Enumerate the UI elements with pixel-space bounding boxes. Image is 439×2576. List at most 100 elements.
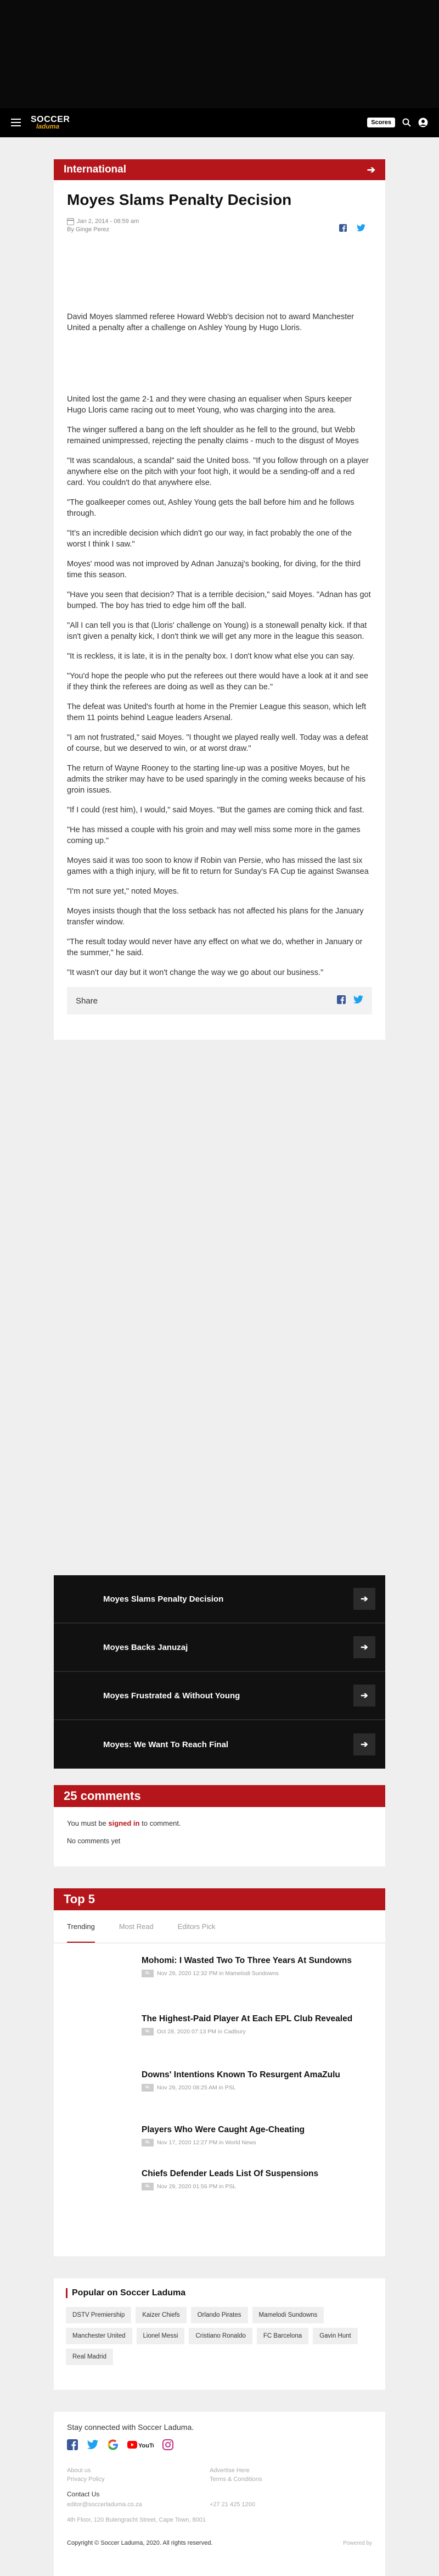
arrow-right-icon[interactable]: ➔ [353,1588,375,1610]
top5-title: Mohomi: I Wasted Two To Three Years At S… [142,1956,352,1965]
search-icon[interactable] [402,118,412,127]
top5-title: Downs' Intentions Known To Resurgent Ama… [142,2070,340,2079]
top5-item[interactable]: The Highest-Paid Player At Each EPL Club… [142,2014,372,2036]
youtube-icon[interactable]: YouTube [127,2440,163,2452]
site-header: SOCCER laduma Scores [0,108,439,137]
related-item[interactable]: Moyes Frustrated & Without Young ➔ [54,1672,385,1720]
image-placeholder-icon: SL [142,2139,154,2146]
comment-text-start: You must be [67,1819,106,1827]
article-paragraph: "He has missed a couple with his groin a… [67,826,361,845]
copyright-text: Copyright © Soccer Laduma, 2020. All rig… [67,2540,213,2546]
instagram-icon[interactable] [162,2439,173,2453]
article-paragraph: "Have you seen that decision? That is a … [67,590,371,610]
article-card: International ➔ Moyes Slams Penalty Deci… [54,159,385,1040]
popular-section: Popular on Soccer Laduma DSTV Premiershi… [54,2278,385,2390]
top5-tabs: Trending Most Read Editors Pick [54,1910,385,1943]
comments-section: 25 comments You must be signed in to com… [54,1785,385,1866]
popular-chip[interactable]: FC Barcelona [256,2328,309,2344]
tab-editors-pick[interactable]: Editors Pick [178,1922,216,1943]
image-placeholder-icon: SL [142,2183,154,2190]
top5-item[interactable]: Players Who Were Caught Age-Cheating SL N… [142,2125,372,2146]
image-placeholder-icon: SL [142,2084,154,2092]
popular-title: Popular on Soccer Laduma [66,2288,373,2298]
section-bar[interactable]: International ➔ [54,159,385,180]
contact-phone[interactable]: +27 21 425 1200 [210,2501,352,2508]
article-paragraph: "The result today would never have any e… [67,938,363,957]
related-item[interactable]: Moyes: We Want To Reach Final ➔ [54,1720,385,1769]
advertise-link[interactable]: Advertise Here [210,2467,352,2474]
arrow-right-icon[interactable]: ➔ [353,1733,375,1755]
arrow-right-icon[interactable]: ➔ [353,1636,375,1658]
top5-item[interactable]: Mohomi: I Wasted Two To Three Years At S… [142,1955,372,1977]
twitter-icon[interactable] [87,2440,99,2452]
about-link[interactable]: About us [67,2467,210,2474]
related-articles: Moyes Slams Penalty Decision ➔ Moyes Back… [54,1575,385,1769]
popular-chips: DSTV Premiership Kaizer Chiefs Orlando P… [66,2307,373,2365]
contact-email[interactable]: editor@soccerladuma.co.za [67,2501,210,2508]
popular-chip[interactable]: Kaizer Chiefs [136,2307,187,2323]
popular-chip[interactable]: Orlando Pirates [190,2307,248,2323]
top5-meta: Nov 29, 2020 12:32 PM in Mamelodi Sundow… [157,1970,279,1977]
article-paragraph: Moyes said it was too soon to know if Ro… [67,856,369,876]
menu-icon[interactable] [11,119,21,126]
article-paragraph: The winger suffered a bang on the left s… [67,426,359,445]
related-item[interactable]: Moyes Backs Januzaj ➔ [54,1624,385,1672]
related-title: Moyes Frustrated & Without Young [103,1691,240,1700]
article-paragraph: "I'm not sure yet," noted Moyes. [67,887,179,896]
top5-meta: Nov 29, 2020 01:56 PM in PSL [157,2183,237,2190]
comments-header: 25 comments [54,1785,385,1807]
top5-header: Top 5 [54,1888,385,1910]
contact-heading: Contact Us [67,2490,100,2498]
article-paragraph: "If I could (rest him), I would," said M… [67,806,364,815]
popular-chip[interactable]: Lionel Messi [136,2328,185,2344]
related-item[interactable]: Moyes Slams Penalty Decision ➔ [54,1575,385,1624]
top5-item[interactable]: Chiefs Defender Leads List Of Suspension… [142,2168,372,2190]
scores-button[interactable]: Scores [367,118,395,127]
popular-chip[interactable]: Cristiano Ronaldo [189,2328,252,2344]
google-icon[interactable] [108,2439,119,2453]
popular-chip[interactable]: Gavin Hunt [313,2328,358,2344]
facebook-icon[interactable] [339,224,347,235]
related-title: Moyes Backs Januzaj [103,1642,188,1652]
top5-meta: Nov 17, 2020 12:27 PM in World News [157,2139,256,2146]
article-paragraph: "It is reckless, it is late, it is in th… [67,652,355,661]
popular-chip[interactable]: Manchester United [66,2328,132,2344]
popular-chip[interactable]: DSTV Premiership [66,2307,132,2323]
arrow-right-icon[interactable]: ➔ [353,1685,375,1707]
privacy-link[interactable]: Privacy Policy [67,2476,210,2483]
tab-most-read[interactable]: Most Read [119,1922,154,1943]
facebook-share-icon[interactable] [337,995,346,1006]
social-links: YouTube [67,2439,372,2453]
related-title: Moyes Slams Penalty Decision [103,1594,224,1604]
section-label: International [64,164,127,175]
contact-address: 4th Floor, 120 Bulengracht Street, Cape … [67,2517,206,2523]
sign-in-link[interactable]: signed in [108,1819,139,1827]
user-icon[interactable] [418,118,428,127]
article-paragraph: "All I can tell you is that (Lloris' cha… [67,621,367,641]
popular-chip[interactable]: Mamelodi Sundowns [252,2307,324,2323]
top5-title: The Highest-Paid Player At Each EPL Club… [142,2014,353,2023]
article-author: By Ginge Perez [67,226,110,233]
stay-connected-text: Stay connected with Soccer Laduma. [67,2423,194,2432]
facebook-icon[interactable] [67,2439,78,2453]
twitter-icon[interactable] [357,224,365,235]
site-footer: Stay connected with Soccer Laduma. YouTu… [54,2412,385,2576]
comment-signin-text: You must be signed in to comment. [54,1807,385,1827]
article-paragraph: The return of Wayne Rooney to the starti… [67,764,366,795]
image-placeholder-icon: SL [142,2028,154,2036]
arrow-right-icon: ➔ [367,164,375,175]
article-paragraph: David Moyes slammed referee Howard Webb'… [67,313,354,332]
top5-item[interactable]: Downs' Intentions Known To Resurgent Ama… [142,2070,372,2092]
powered-by-text: Powered by [343,2540,372,2546]
calendar-icon [67,218,74,225]
popular-chip[interactable]: Real Madrid [66,2349,113,2365]
logo-text-bottom: laduma [36,122,60,130]
article-paragraph: Moyes insists though that the loss setba… [67,907,364,927]
tab-trending[interactable]: Trending [67,1922,95,1943]
related-title: Moyes: We Want To Reach Final [103,1739,229,1749]
terms-link[interactable]: Terms & Conditions [210,2476,352,2483]
site-logo[interactable]: SOCCER laduma [31,115,70,130]
article-paragraph: "The goalkeeper comes out, Ashley Young … [67,498,354,518]
article-paragraph: "It wasn't our day but it won't change t… [67,968,324,977]
twitter-share-icon[interactable] [353,995,363,1006]
